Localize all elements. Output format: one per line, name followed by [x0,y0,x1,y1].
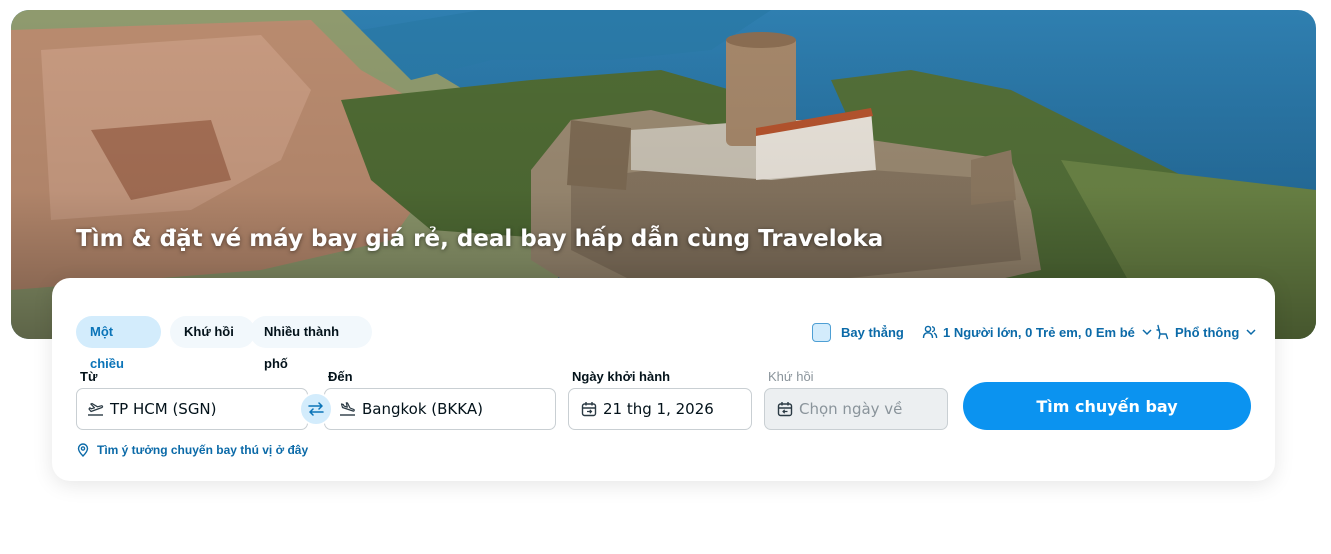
search-flights-button[interactable]: Tìm chuyến bay [963,382,1251,430]
swap-icon [308,402,324,416]
flight-ideas-label: Tìm ý tưởng chuyến bay thú vị ở đây [97,443,309,457]
takeoff-icon [88,402,104,416]
flight-ideas-link[interactable]: Tìm ý tưởng chuyến bay thú vị ở đây [77,443,308,457]
calendar-return-icon [777,402,793,417]
to-value: Bangkok (BKKA) [362,400,483,418]
direct-flight-label: Bay thẳng [841,324,904,340]
trip-type-one-way[interactable]: Một chiều [76,316,161,371]
departure-date-field[interactable]: 21 thg 1, 2026 [568,388,752,430]
swap-button[interactable] [299,392,333,426]
cabin-class-selector[interactable]: Phổ thông [1155,322,1257,342]
map-pin-icon [77,443,89,457]
direct-flight-toggle[interactable]: Bay thẳng [812,322,904,342]
to-label: Đến [328,369,353,384]
hero-title: Tìm & đặt vé máy bay giá rẻ, deal bay hấ… [76,226,884,252]
trip-type-round-trip[interactable]: Khứ hồi [170,316,255,348]
landing-icon [340,402,355,416]
passenger-label: 1 Người lớn, 0 Trẻ em, 0 Em bé [943,324,1135,340]
return-date-field[interactable]: Chọn ngày về [764,388,948,430]
from-value: TP HCM (SGN) [110,400,217,418]
departure-date-value: 21 thg 1, 2026 [603,400,714,418]
people-icon [922,325,938,339]
calendar-icon [581,402,597,417]
from-label: Từ [80,369,98,384]
seat-icon [1156,324,1169,340]
from-field[interactable]: TP HCM (SGN) [76,388,308,430]
chevron-down-icon [1142,329,1152,336]
chevron-down-icon [1246,329,1256,336]
to-field[interactable]: Bangkok (BKKA) [324,388,556,430]
trip-type-multi-city[interactable]: Nhiều thành phố [250,316,372,371]
passenger-selector[interactable]: 1 Người lớn, 0 Trẻ em, 0 Em bé [922,322,1153,342]
return-label: Khứ hồi [768,369,814,384]
departure-label: Ngày khởi hành [572,369,671,384]
return-date-placeholder: Chọn ngày về [799,400,903,418]
cabin-class-label: Phổ thông [1175,324,1240,340]
direct-flight-checkbox[interactable] [812,322,831,342]
